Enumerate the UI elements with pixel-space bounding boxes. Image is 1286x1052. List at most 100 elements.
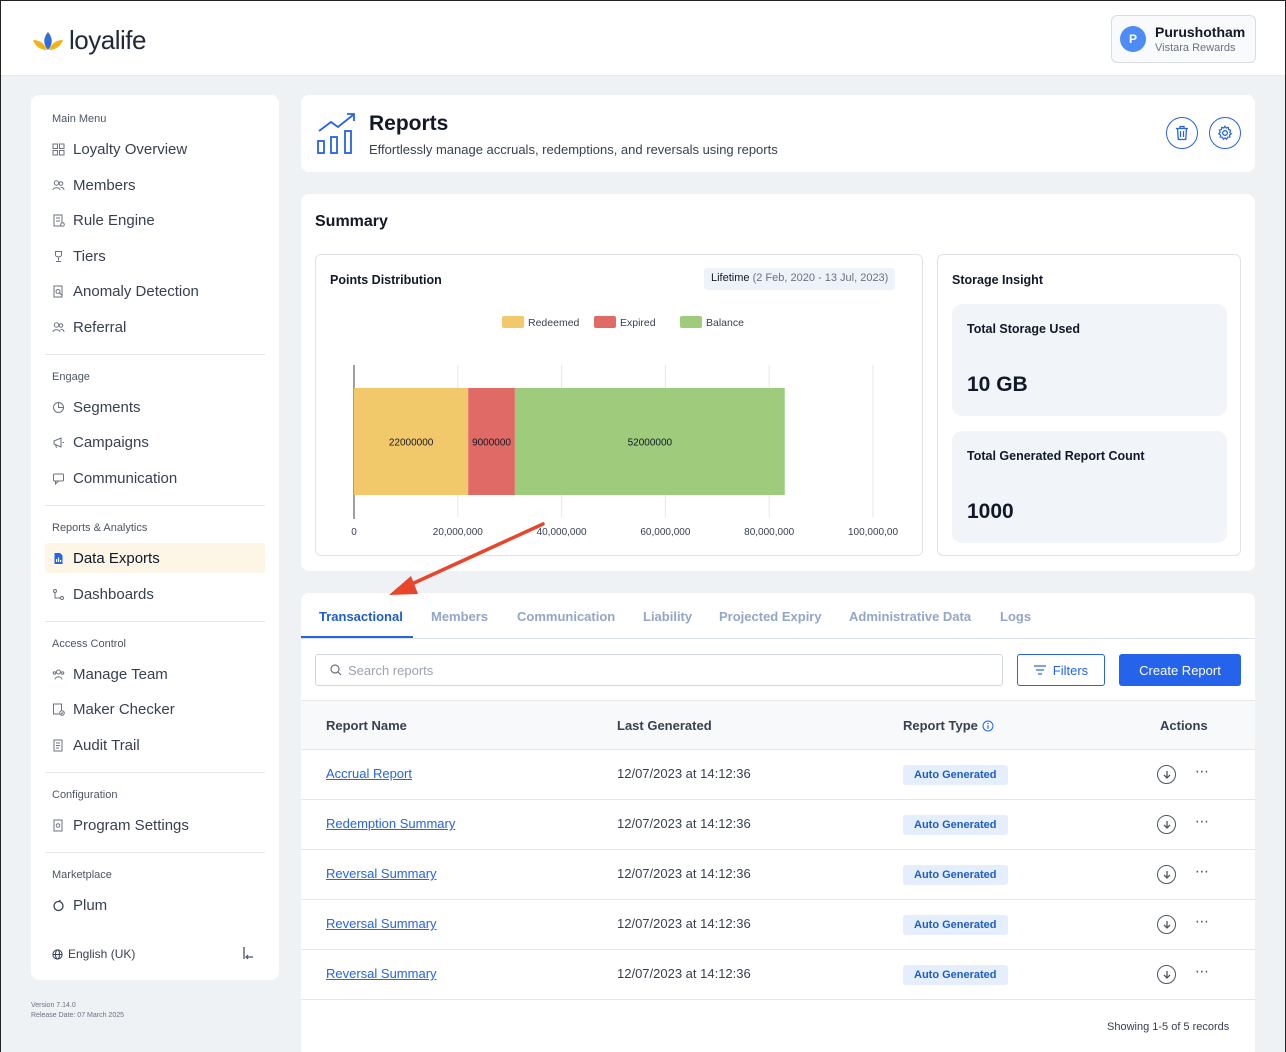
points-distribution-title: Points Distribution bbox=[330, 273, 442, 287]
referral-users-icon bbox=[52, 321, 65, 332]
last-generated-cell: 12/07/2023 at 14:12:36 bbox=[617, 966, 751, 981]
sidebar-item-label: Manage Team bbox=[73, 665, 168, 683]
sidebar-divider bbox=[45, 852, 265, 853]
report-name-link[interactable]: Redemption Summary bbox=[326, 816, 455, 831]
legend-swatch bbox=[594, 316, 616, 328]
download-button[interactable] bbox=[1157, 965, 1176, 984]
column-header-report-name[interactable]: Report Name bbox=[326, 718, 407, 733]
sidebar-item-label: Referral bbox=[73, 318, 127, 336]
x-tick-label: 100,000,00 bbox=[848, 527, 898, 538]
legend-swatch bbox=[502, 316, 524, 328]
report-type-badge: Auto Generated bbox=[903, 765, 1008, 785]
audit-document-icon bbox=[53, 739, 63, 751]
language-selector[interactable]: English (UK) bbox=[52, 947, 135, 961]
x-tick-label: 0 bbox=[351, 527, 357, 538]
sidebar-item-plum[interactable]: Plum bbox=[45, 890, 265, 920]
download-icon bbox=[1163, 870, 1170, 879]
sidebar-item-label: Segments bbox=[73, 398, 141, 416]
sidebar-item-campaigns[interactable]: Campaigns bbox=[45, 427, 265, 457]
active-tab-indicator bbox=[301, 636, 413, 638]
collapse-sidebar-icon[interactable] bbox=[241, 946, 255, 963]
sidebar-item-members[interactable]: Members bbox=[45, 170, 265, 200]
sidebar-item-manage-team[interactable]: Manage Team bbox=[45, 659, 265, 689]
info-icon[interactable] bbox=[982, 720, 994, 732]
page-header: Reports Effortlessly manage accruals, re… bbox=[301, 95, 1255, 172]
sidebar-item-data-exports[interactable]: Data Exports bbox=[45, 543, 265, 573]
tab-members[interactable]: Members bbox=[431, 609, 488, 624]
more-options-icon[interactable]: ⋯ bbox=[1195, 813, 1210, 830]
section-title-access-control: Access Control bbox=[52, 638, 126, 650]
sidebar-divider bbox=[45, 354, 265, 355]
download-button[interactable] bbox=[1157, 865, 1176, 884]
settings-document-icon bbox=[53, 819, 63, 831]
sidebar-item-anomaly-detection[interactable]: Anomaly Detection bbox=[45, 276, 265, 306]
report-type-badge: Auto Generated bbox=[903, 915, 1008, 935]
sidebar-item-loyalty-overview[interactable]: Loyalty Overview bbox=[45, 134, 265, 164]
create-report-button[interactable]: Create Report bbox=[1119, 654, 1241, 686]
team-icon bbox=[52, 669, 65, 680]
checklist-icon bbox=[53, 703, 65, 716]
table-row: Accrual Report 12/07/2023 at 14:12:36 Auto… bbox=[301, 750, 1255, 800]
sidebar-item-dashboards[interactable]: Dashboards bbox=[45, 579, 265, 609]
column-header-last-generated[interactable]: Last Generated bbox=[617, 718, 712, 733]
column-header-report-type[interactable]: Report Type bbox=[903, 718, 994, 733]
more-options-icon[interactable]: ⋯ bbox=[1195, 763, 1210, 780]
sidebar-item-label: Maker Checker bbox=[73, 700, 175, 718]
lifetime-range-badge[interactable]: Lifetime (2 Feb, 2020 - 13 Jul, 2023) bbox=[704, 268, 896, 290]
tab-communication[interactable]: Communication bbox=[517, 609, 615, 624]
section-title-configuration: Configuration bbox=[52, 789, 118, 801]
sidebar-item-tiers[interactable]: Tiers bbox=[45, 241, 265, 271]
more-options-icon[interactable]: ⋯ bbox=[1195, 863, 1210, 880]
search-icon bbox=[330, 664, 342, 676]
settings-button[interactable] bbox=[1209, 117, 1241, 149]
points-distribution-panel: Points Distribution Lifetime (2 Feb, 202… bbox=[315, 254, 923, 556]
brand-logo[interactable]: loyalife bbox=[31, 25, 146, 56]
more-options-icon[interactable]: ⋯ bbox=[1195, 913, 1210, 930]
download-button[interactable] bbox=[1157, 765, 1176, 784]
user-profile-card[interactable]: P Purushotham Vistara Rewards bbox=[1111, 15, 1256, 63]
delete-button[interactable] bbox=[1166, 117, 1198, 149]
report-name-link[interactable]: Reversal Summary bbox=[326, 866, 437, 881]
sidebar-item-label: Members bbox=[73, 176, 136, 194]
download-button[interactable] bbox=[1157, 915, 1176, 934]
report-name-link[interactable]: Reversal Summary bbox=[326, 916, 437, 931]
avatar: P bbox=[1120, 26, 1146, 52]
legend-label: Expired bbox=[620, 317, 656, 329]
sidebar-item-segments[interactable]: Segments bbox=[45, 392, 265, 422]
last-generated-cell: 12/07/2023 at 14:12:36 bbox=[617, 816, 751, 831]
report-name-link[interactable]: Accrual Report bbox=[326, 766, 412, 781]
points-distribution-chart: 22000000 9000000 520000000 20,000,000 40,000… bbox=[351, 316, 898, 538]
globe-icon bbox=[52, 948, 63, 960]
sidebar-item-label: Tiers bbox=[73, 247, 106, 265]
rule-document-icon bbox=[53, 214, 65, 227]
annotation-arrow-icon bbox=[389, 522, 545, 595]
tab-projected-expiry[interactable]: Projected Expiry bbox=[719, 609, 822, 624]
brand-name: loyalife bbox=[69, 25, 146, 55]
sidebar-item-rule-engine[interactable]: Rule Engine bbox=[45, 205, 265, 235]
report-name-link[interactable]: Reversal Summary bbox=[326, 966, 437, 981]
last-generated-cell: 12/07/2023 at 14:12:36 bbox=[617, 866, 751, 881]
download-button[interactable] bbox=[1157, 815, 1176, 834]
tab-transactional[interactable]: Transactional bbox=[319, 609, 403, 624]
trash-icon bbox=[1176, 125, 1188, 141]
sidebar-item-communication[interactable]: Communication bbox=[45, 463, 265, 493]
plum-icon bbox=[53, 899, 64, 911]
sidebar-item-label: Rule Engine bbox=[73, 211, 155, 229]
tab-logs[interactable]: Logs bbox=[1000, 609, 1031, 624]
sidebar-item-maker-checker[interactable]: Maker Checker bbox=[45, 694, 265, 724]
report-type-badge: Auto Generated bbox=[903, 965, 1008, 985]
download-icon bbox=[1163, 970, 1170, 979]
tab-administrative-data[interactable]: Administrative Data bbox=[849, 609, 971, 624]
sidebar-item-referral[interactable]: Referral bbox=[45, 312, 265, 342]
sidebar-item-label: Campaigns bbox=[73, 433, 149, 451]
more-options-icon[interactable]: ⋯ bbox=[1195, 963, 1210, 980]
sidebar-item-label: Data Exports bbox=[73, 549, 160, 567]
filters-button[interactable]: Filters bbox=[1017, 654, 1105, 686]
tab-liability[interactable]: Liability bbox=[643, 609, 692, 624]
sidebar-item-audit-trail[interactable]: Audit Trail bbox=[45, 730, 265, 760]
report-type-badge: Auto Generated bbox=[903, 815, 1008, 835]
sidebar-item-program-settings[interactable]: Program Settings bbox=[45, 810, 265, 840]
search-input[interactable]: Search reports bbox=[315, 654, 1003, 686]
sidebar-item-label: Loyalty Overview bbox=[73, 140, 188, 158]
report-count-stat: Total Generated Report Count 1000 bbox=[952, 431, 1227, 543]
